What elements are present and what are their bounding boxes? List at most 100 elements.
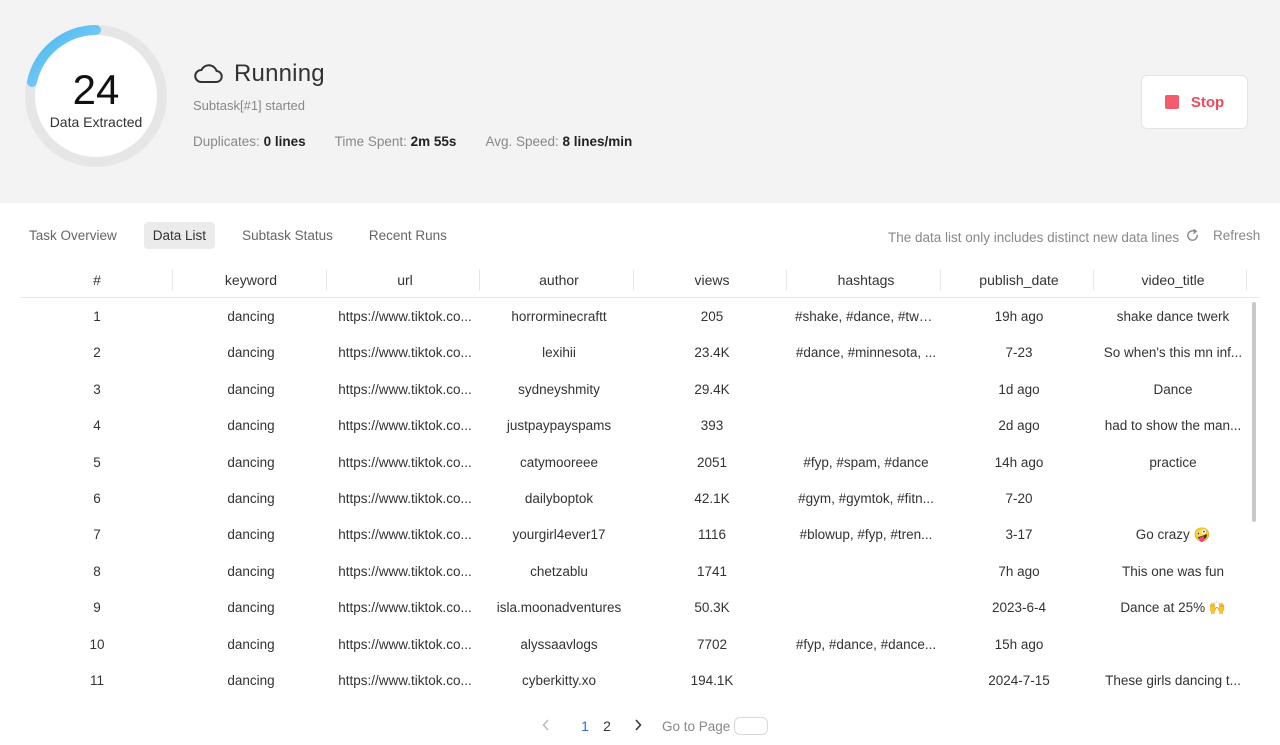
column-header-video-title[interactable]: video_title xyxy=(1096,262,1250,298)
table-row[interactable]: 11 dancing https://www.tiktok.co... cyberki… xyxy=(20,663,1250,699)
table-header: # keyword url author views hashtags publ… xyxy=(20,262,1260,298)
cell-author: cyberkitty.xo xyxy=(521,673,597,688)
column-divider[interactable] xyxy=(326,270,327,290)
duplicates-label: Duplicates: xyxy=(193,134,260,149)
column-divider[interactable] xyxy=(479,270,480,290)
tab-data-list[interactable]: Data List xyxy=(143,222,216,249)
table-row[interactable]: 6 dancing https://www.tiktok.co... dailybop… xyxy=(20,481,1250,517)
cell-index: 5 xyxy=(93,454,101,470)
cell-publish-date: 7-20 xyxy=(1005,491,1033,506)
prev-page-button[interactable] xyxy=(536,718,556,735)
status-title: Running xyxy=(234,60,325,87)
column-header-publish-date[interactable]: publish_date xyxy=(942,262,1096,298)
table-row[interactable]: 9 dancing https://www.tiktok.co... isla.moo… xyxy=(20,590,1250,626)
cell-url: https://www.tiktok.co... xyxy=(338,418,472,434)
stop-button[interactable]: Stop xyxy=(1141,75,1248,129)
cell-hashtags: #gym, #gymtok, #fitn... xyxy=(798,491,934,506)
cell-video-title: shake dance twerk xyxy=(1116,309,1230,324)
cell-views: 2051 xyxy=(696,454,728,470)
cell-views: 42.1K xyxy=(694,491,730,506)
table-scrollbar-thumb[interactable] xyxy=(1252,302,1256,522)
cell-author: isla.moonadventures xyxy=(496,600,622,616)
table-row[interactable]: 10 dancing https://www.tiktok.co... alyssaa… xyxy=(20,627,1250,663)
cell-video-title: So when's this mn inf... xyxy=(1103,345,1243,361)
column-header-url[interactable]: url xyxy=(328,262,482,298)
cell-author: dailyboptok xyxy=(524,491,594,506)
table-row[interactable]: 2 dancing https://www.tiktok.co... lexihii 2… xyxy=(20,335,1250,371)
cell-video-title: practice xyxy=(1149,454,1197,470)
cell-keyword: dancing xyxy=(227,381,275,397)
cell-keyword: dancing xyxy=(227,345,275,361)
refresh-icon xyxy=(1187,228,1198,241)
next-page-button[interactable] xyxy=(628,718,648,735)
cell-index: 7 xyxy=(93,527,101,543)
refresh-button[interactable]: Refresh xyxy=(1185,228,1260,243)
avg-speed-stat: Avg. Speed: 8 lines/min xyxy=(485,134,632,149)
table-row[interactable]: 7 dancing https://www.tiktok.co... yourgirl… xyxy=(20,517,1250,553)
column-divider[interactable] xyxy=(940,270,941,290)
table-row[interactable]: 8 dancing https://www.tiktok.co... chetzabl… xyxy=(20,554,1250,590)
cell-keyword: dancing xyxy=(227,309,275,324)
page-2-button[interactable]: 2 xyxy=(596,718,618,734)
cell-index: 1 xyxy=(93,309,101,324)
column-divider[interactable] xyxy=(172,270,173,290)
column-header-index[interactable]: # xyxy=(20,262,174,298)
cell-publish-date: 19h ago xyxy=(994,309,1044,324)
cell-author: justpaypayspams xyxy=(506,418,612,434)
time-spent-label: Time Spent: xyxy=(334,134,407,149)
column-header-keyword[interactable]: keyword xyxy=(174,262,328,298)
avg-speed-value: 8 lines/min xyxy=(562,134,633,149)
cell-index: 2 xyxy=(93,345,101,361)
column-divider[interactable] xyxy=(633,270,634,290)
cell-hashtags: #fyp, #dance, #dance... xyxy=(795,636,937,652)
progress-ring: 24 Data Extracted xyxy=(24,24,168,168)
column-divider[interactable] xyxy=(1246,270,1247,290)
tab-recent-runs[interactable]: Recent Runs xyxy=(360,222,456,249)
cell-video-title: Dance at 25% 🙌 xyxy=(1120,600,1226,616)
cloud-icon xyxy=(194,64,223,83)
column-header-author[interactable]: author xyxy=(482,262,636,298)
cell-video-title: These girls dancing t... xyxy=(1105,673,1241,688)
subtask-status-text: Subtask[#1] started xyxy=(193,98,306,113)
cell-hashtags xyxy=(789,663,943,699)
column-header-hashtags[interactable]: hashtags xyxy=(789,262,943,298)
table-row[interactable]: 3 dancing https://www.tiktok.co... sydneysh… xyxy=(20,372,1250,408)
task-stats: Duplicates: 0 lines Time Spent: 2m 55s A… xyxy=(193,134,661,149)
cell-video-title: This one was fun xyxy=(1121,563,1225,579)
cell-keyword: dancing xyxy=(227,418,275,434)
table-row[interactable]: 5 dancing https://www.tiktok.co... catymoor… xyxy=(20,445,1250,481)
cell-author: lexihii xyxy=(542,345,576,361)
cell-publish-date: 14h ago xyxy=(994,454,1044,470)
cell-author: chetzablu xyxy=(530,563,588,579)
tab-subtask-status[interactable]: Subtask Status xyxy=(233,222,342,249)
column-divider[interactable] xyxy=(1093,270,1094,290)
cell-hashtags xyxy=(789,408,943,444)
table-row[interactable]: 4 dancing https://www.tiktok.co... justpayp… xyxy=(20,408,1250,444)
page-1-button[interactable]: 1 xyxy=(574,718,596,734)
stop-icon xyxy=(1164,95,1179,109)
cell-url: https://www.tiktok.co... xyxy=(338,345,472,361)
tab-task-overview[interactable]: Task Overview xyxy=(20,222,126,249)
column-header-views[interactable]: views xyxy=(635,262,789,298)
cell-views: 23.4K xyxy=(694,345,730,361)
column-divider[interactable] xyxy=(786,270,787,290)
go-to-page-input[interactable] xyxy=(734,717,769,735)
cell-keyword: dancing xyxy=(227,673,275,688)
cell-hashtags: #dance, #minnesota, ... xyxy=(795,345,937,361)
cell-publish-date: 15h ago xyxy=(994,636,1044,652)
cell-publish-date: 3-17 xyxy=(1005,527,1033,543)
table-row[interactable]: 1 dancing https://www.tiktok.co... horrormi… xyxy=(20,299,1250,335)
cell-index: 4 xyxy=(93,418,101,434)
cell-keyword: dancing xyxy=(227,563,275,579)
tab-bar: Task Overview Data List Subtask Status R… xyxy=(20,222,474,249)
data-extracted-count: 24 xyxy=(72,66,120,113)
cell-index: 9 xyxy=(93,600,101,616)
stop-button-label: Stop xyxy=(1190,93,1225,111)
cell-views: 393 xyxy=(700,418,724,434)
cell-author: alyssaavlogs xyxy=(520,636,598,652)
cell-publish-date: 7-23 xyxy=(1005,345,1033,361)
cell-keyword: dancing xyxy=(227,600,275,616)
cell-url: https://www.tiktok.co... xyxy=(338,491,472,506)
time-spent-stat: Time Spent: 2m 55s xyxy=(335,134,457,149)
cell-keyword: dancing xyxy=(227,454,275,470)
